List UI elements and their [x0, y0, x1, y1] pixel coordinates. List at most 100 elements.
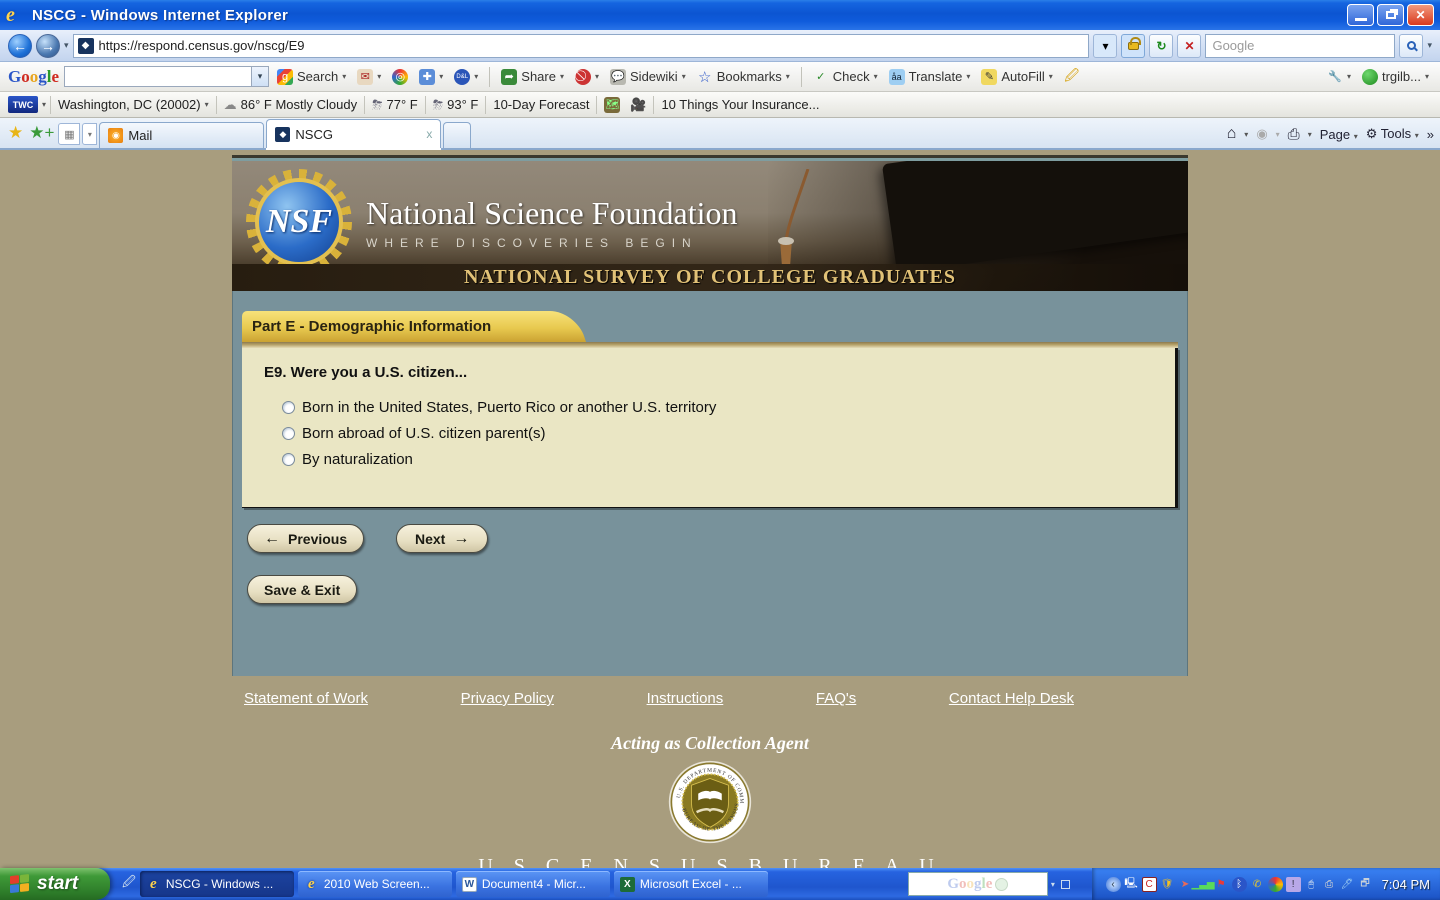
restore-button[interactable]	[1377, 4, 1404, 26]
tray-bluetooth-icon[interactable]: ᛒ	[1231, 876, 1247, 892]
previous-button[interactable]: ← Previous	[247, 524, 365, 553]
taskbar-button-word[interactable]: W Document4 - Micr...	[455, 871, 610, 897]
low-temp[interactable]: ⛈ 77° F	[369, 95, 421, 115]
toolbar-settings-button[interactable]: 🔧 ▾	[1324, 67, 1354, 87]
link-instructions[interactable]: Instructions	[647, 690, 724, 707]
account-button[interactable]: trgilb... ▾	[1359, 67, 1432, 87]
history-dropdown[interactable]: ▾	[64, 40, 69, 51]
deskbar-restore-icon[interactable]	[1060, 879, 1070, 889]
link-statement-of-work[interactable]: Statement of Work	[244, 690, 368, 707]
radar-map-button[interactable]: 🗺	[601, 95, 623, 115]
video-button[interactable]: 🎥	[627, 95, 649, 115]
link-faqs[interactable]: FAQ's	[816, 690, 856, 707]
save-exit-button[interactable]: Save & Exit	[247, 575, 358, 604]
security-lock-icon[interactable]	[1121, 33, 1146, 58]
bookmarks-button[interactable]: ☆ Bookmarks ▾	[694, 67, 793, 87]
tray-signal-icon[interactable]: ▁▃▅	[1192, 877, 1215, 892]
ie-search-input[interactable]: Google	[1205, 33, 1396, 58]
link-contact-help-desk[interactable]: Contact Help Desk	[949, 690, 1074, 707]
tray-security-shield-icon[interactable]: 🛡	[1160, 877, 1175, 892]
toolbar-overflow-chevron[interactable]: »	[1427, 127, 1434, 142]
twc-logo[interactable]: TWC	[8, 96, 38, 113]
search-options-dropdown[interactable]: ▾	[1427, 40, 1432, 51]
tray-alert-icon[interactable]: !	[1285, 876, 1301, 892]
option-row[interactable]: By naturalization	[282, 451, 1153, 468]
next-button[interactable]: Next →	[396, 524, 489, 553]
dell-button[interactable]: D&L ▾	[451, 67, 481, 87]
tab-close-icon[interactable]: x	[426, 127, 432, 141]
home-button[interactable]: ⌂	[1227, 125, 1237, 143]
tray-swirl-icon[interactable]	[1267, 876, 1283, 892]
option-row[interactable]: Born in the United States, Puerto Rico o…	[282, 399, 1153, 416]
favorites-button[interactable]: ★	[8, 123, 23, 143]
tools-menu[interactable]: ⚙ Tools ▾	[1366, 126, 1419, 142]
taskbar-button-nscg[interactable]: e NSCG - Windows ...	[139, 871, 294, 897]
page-menu[interactable]: Page ▾	[1320, 127, 1358, 142]
video-camera-icon: 🎥	[630, 96, 647, 112]
google-search-button[interactable]: g Search ▾	[274, 67, 349, 87]
google-search-input[interactable]: ▾	[64, 66, 270, 87]
start-button[interactable]: start	[0, 868, 110, 900]
quick-launch-icon[interactable]: 🖉	[122, 873, 136, 895]
games-button[interactable]: ◎	[389, 67, 411, 87]
location-selector[interactable]: Washington, DC (20002) ▾	[55, 95, 212, 114]
radio-button[interactable]	[282, 401, 295, 414]
option-label: Born in the United States, Puerto Rico o…	[302, 399, 717, 416]
autofill-button[interactable]: ✎ AutoFill ▾	[978, 67, 1055, 87]
search-go-button[interactable]	[1399, 33, 1424, 58]
radio-button[interactable]	[282, 453, 295, 466]
tab-mail[interactable]: ◉ Mail	[99, 122, 265, 148]
tray-clock-sync-icon[interactable]: ‹	[1105, 876, 1121, 892]
tray-flag-icon[interactable]: ⚑	[1214, 877, 1229, 892]
minimize-button[interactable]	[1347, 4, 1374, 26]
deskbar-dropdown[interactable]: ▾	[1051, 880, 1055, 889]
refresh-button[interactable]: ↻	[1149, 33, 1174, 58]
sidewiki-button[interactable]: 💬 Sidewiki ▾	[607, 67, 689, 87]
tray-network-icon[interactable]: 🖳	[1124, 877, 1139, 892]
option-row[interactable]: Born abroad of U.S. citizen parent(s)	[282, 425, 1153, 442]
news-headline-link[interactable]: 10 Things Your Insurance...	[658, 95, 822, 114]
new-tab-stub[interactable]	[443, 122, 472, 148]
quick-tabs-button[interactable]: ▦	[58, 123, 81, 145]
add-favorite-button[interactable]: ★+	[29, 123, 54, 143]
add-tools-button[interactable]: ✚ ▾	[416, 67, 446, 87]
address-dropdown[interactable]: ▾	[1093, 33, 1118, 58]
current-conditions[interactable]: ☁ 86° F Mostly Cloudy	[221, 95, 360, 115]
news-button[interactable]: ✉ ▾	[354, 67, 384, 87]
translate-button[interactable]: åa Translate ▾	[886, 67, 974, 87]
tray-display-icon[interactable]: 🗗	[1358, 877, 1373, 892]
forward-button[interactable]: →	[36, 33, 60, 58]
tab-list-dropdown[interactable]: ▾	[82, 123, 98, 145]
popup-blocker-button[interactable]: ⃠▾	[572, 67, 602, 87]
taskbar-button-excel[interactable]: X Microsoft Excel - ...	[613, 871, 768, 897]
radio-button[interactable]	[282, 427, 295, 440]
share-button[interactable]: ➦ Share ▾	[498, 67, 567, 87]
tray-arrow-icon[interactable]: ➤	[1178, 877, 1193, 892]
tray-mouse-icon[interactable]: 🖰	[1304, 877, 1319, 892]
feeds-button[interactable]: ◉	[1256, 126, 1267, 142]
google-watermark: Google	[947, 875, 993, 892]
tray-phone-icon[interactable]: ✆	[1250, 877, 1265, 892]
link-privacy-policy[interactable]: Privacy Policy	[461, 690, 554, 707]
print-dropdown[interactable]: ▾	[1308, 130, 1312, 139]
close-button[interactable]: ✕	[1407, 4, 1434, 26]
stop-button[interactable]: ✕	[1177, 33, 1202, 58]
deskbar-search-icon[interactable]	[995, 877, 1009, 891]
home-dropdown[interactable]: ▾	[1244, 130, 1248, 139]
back-button[interactable]: ←	[8, 33, 32, 58]
print-button[interactable]: ⎙	[1288, 126, 1300, 143]
google-deskbar[interactable]: Google	[907, 872, 1048, 896]
spellcheck-button[interactable]: ✓ Check ▾	[810, 67, 881, 87]
google-search-dropdown[interactable]: ▾	[251, 67, 269, 86]
twc-dropdown[interactable]: ▾	[42, 100, 46, 109]
translate-icon: åa	[888, 68, 905, 85]
tray-printer-error-icon[interactable]: ⎙	[1322, 877, 1337, 892]
tray-copyright-icon[interactable]: C	[1141, 876, 1157, 892]
tab-nscg-active[interactable]: ◆ NSCG x	[266, 119, 442, 148]
address-input[interactable]: ◆ https://respond.census.gov/nscg/E9	[72, 33, 1090, 58]
tray-pen-icon[interactable]: 🖊	[1340, 877, 1355, 892]
taskbar-button-web-screen[interactable]: e 2010 Web Screen...	[297, 871, 452, 897]
forecast-link[interactable]: 10-Day Forecast	[490, 95, 592, 114]
high-temp[interactable]: ⛈ 93° F	[430, 95, 482, 115]
highlighter-button[interactable]: 🖉	[1061, 67, 1083, 87]
